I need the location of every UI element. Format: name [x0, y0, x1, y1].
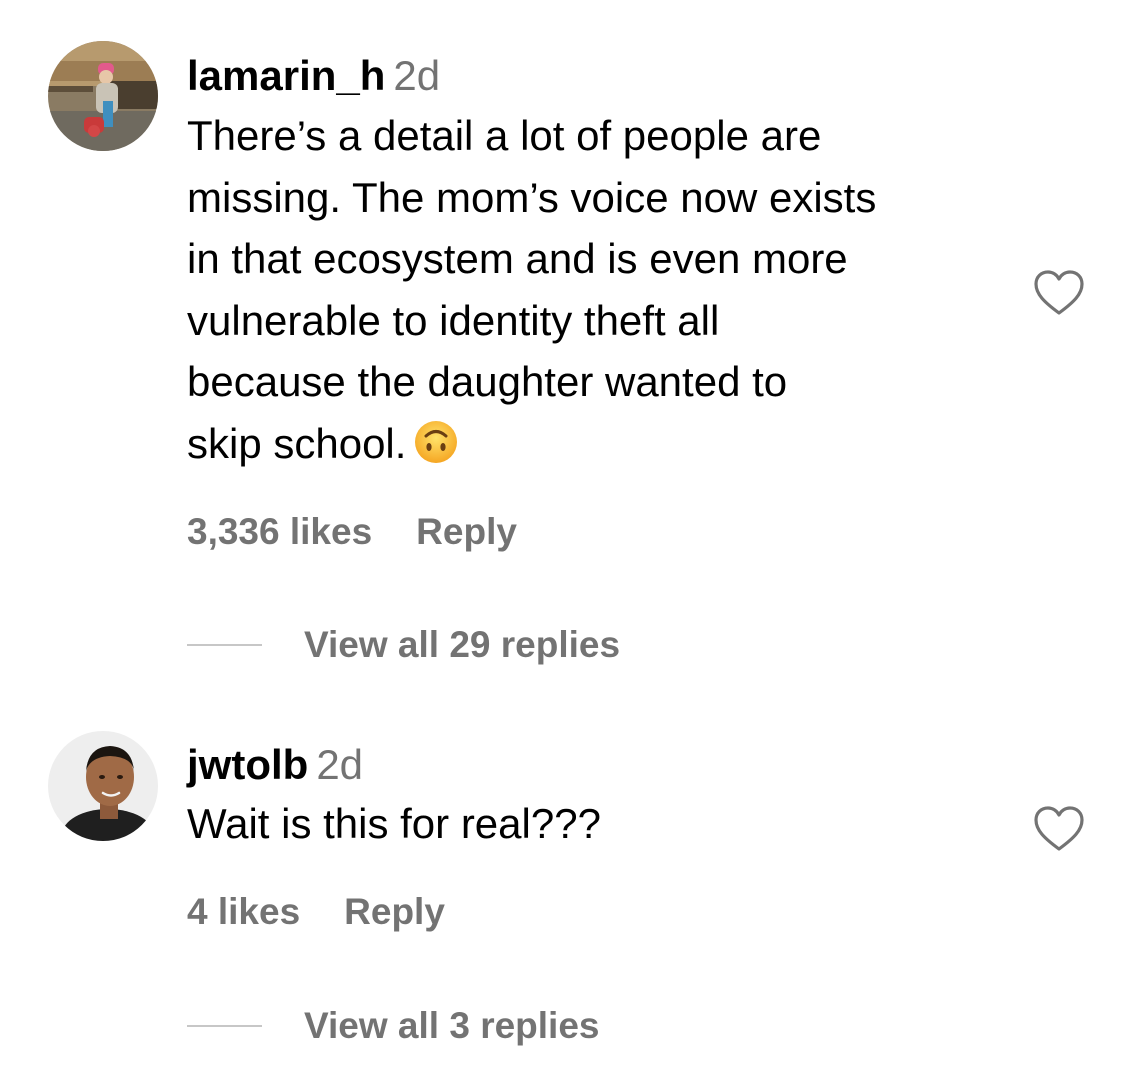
- comment-text-line: because the daughter wanted to: [187, 358, 788, 406]
- reply-button[interactable]: Reply: [416, 511, 517, 552]
- heart-outline-icon: [1034, 806, 1084, 851]
- avatar-photo-portrait: [48, 731, 158, 841]
- comment-text-line: Wait is this for real???: [187, 800, 601, 847]
- username[interactable]: lamarin_h: [187, 52, 385, 99]
- comment-text-line: There’s a detail a lot of people are: [187, 112, 822, 159]
- likes-count[interactable]: 3,336 likes: [187, 511, 372, 552]
- avatar[interactable]: [48, 41, 158, 151]
- view-replies-label: View all 3 replies: [304, 1005, 600, 1046]
- comment-header: jwtolb 2d: [187, 740, 363, 790]
- username[interactable]: jwtolb: [187, 741, 308, 788]
- replies-divider: [187, 1025, 262, 1027]
- view-replies-button[interactable]: View all 3 replies: [187, 1004, 600, 1048]
- timestamp: 2d: [393, 52, 441, 99]
- comment-text-line: in that ecosystem and is even more: [187, 235, 848, 283]
- heart-outline-icon: [1034, 270, 1084, 315]
- comment-item: lamarin_h 2d There’s a detail a lot of pe…: [0, 0, 1136, 700]
- comment-actions: 4 likes Reply: [187, 890, 445, 934]
- comment-header: lamarin_h 2d: [187, 51, 440, 101]
- view-replies-button[interactable]: View all 29 replies: [187, 623, 620, 667]
- replies-divider: [187, 644, 262, 646]
- comment-text: There’s a detail a lot of people are mis…: [187, 105, 1017, 475]
- comment-text-line: missing. The mom’s voice now exists: [187, 173, 877, 221]
- comment-actions: 3,336 likes Reply: [187, 510, 517, 554]
- comment-text: Wait is this for real???: [187, 793, 1017, 855]
- comment-text-line: vulnerable to identity theft all: [187, 296, 720, 344]
- upside-down-face-emoji: [414, 420, 458, 464]
- like-button[interactable]: [1032, 804, 1086, 854]
- comment-text-fragment: skip school.: [187, 419, 407, 467]
- reply-button[interactable]: Reply: [344, 891, 445, 932]
- avatar-photo-outdoor: [48, 41, 158, 151]
- timestamp: 2d: [316, 741, 364, 788]
- view-replies-label: View all 29 replies: [304, 624, 621, 665]
- like-button[interactable]: [1032, 268, 1086, 318]
- avatar[interactable]: [48, 731, 158, 841]
- likes-count[interactable]: 4 likes: [187, 891, 300, 932]
- comment-text-line-last: skip school.: [187, 413, 1017, 475]
- comment-item: jwtolb 2d Wait is this for real??? 4 like…: [0, 700, 1136, 1070]
